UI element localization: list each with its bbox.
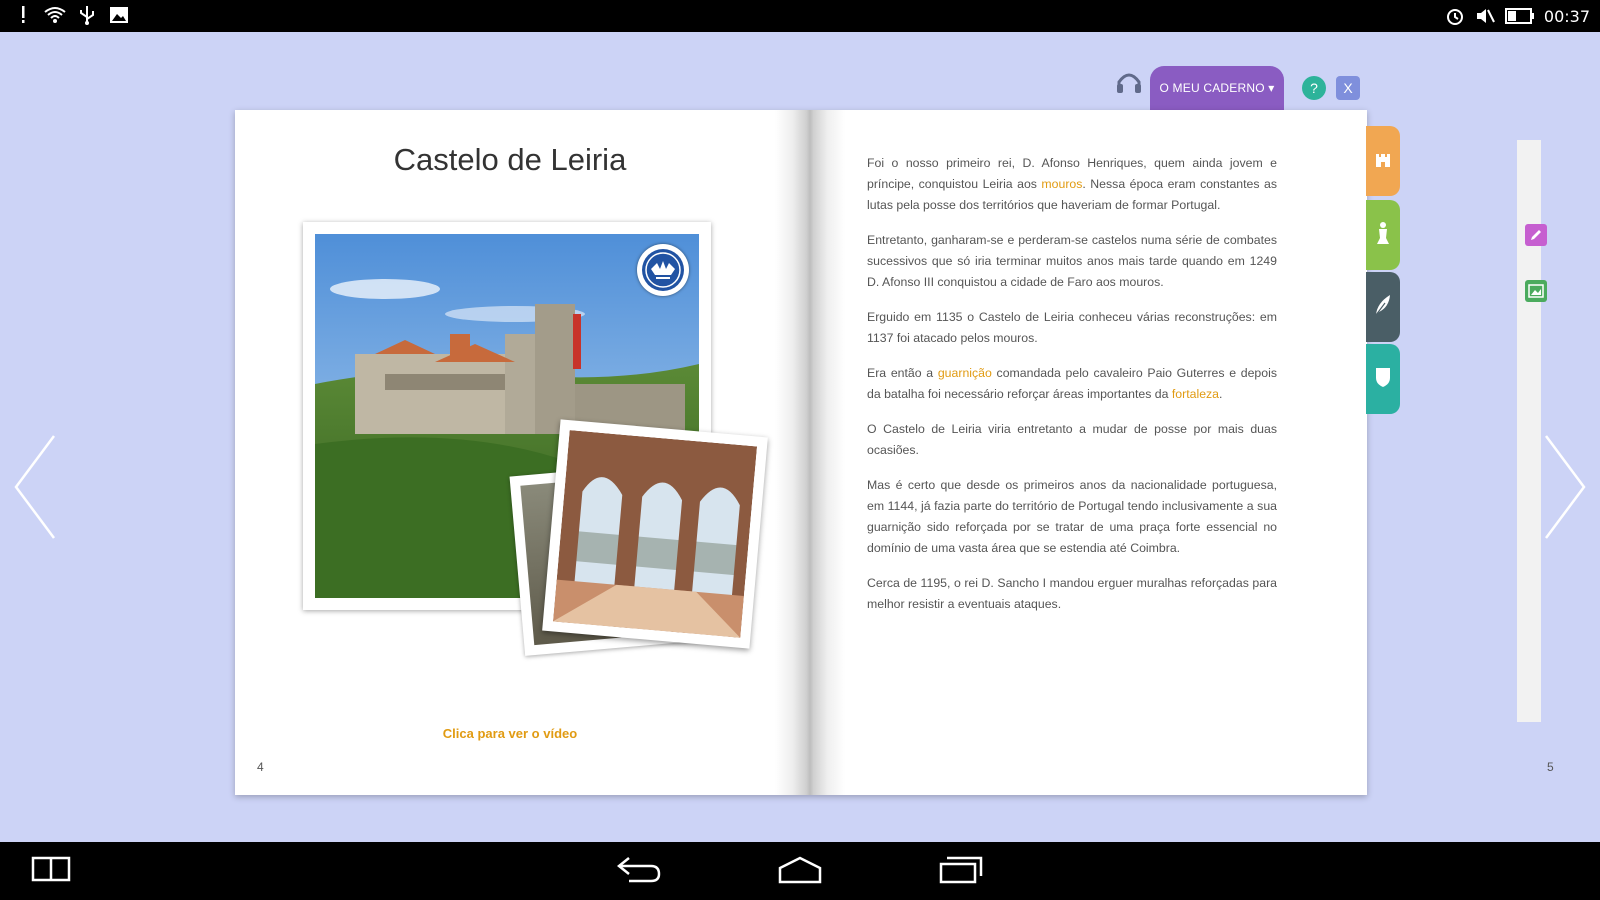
my-notebook-tab[interactable]: O MEU CADERNO ▾ (1150, 66, 1284, 110)
status-bar: 00:37 (0, 0, 1600, 32)
android-nav-bar (0, 842, 1600, 900)
left-page: Castelo de Leiria Clica para ver o vídeo… (235, 110, 775, 795)
usb-icon (76, 4, 98, 26)
battery-icon (1504, 5, 1536, 27)
glossary-link-fortaleza[interactable]: fortaleza (1172, 387, 1219, 401)
paragraph: Era então a guarnição comandada pelo cav… (867, 366, 1277, 401)
paragraph: Erguido em 1135 o Castelo de Leiria conh… (867, 310, 1277, 345)
my-notebook-label: O MEU CADERNO ▾ (1159, 81, 1275, 95)
tab-castle[interactable] (1366, 126, 1400, 196)
alarm-icon (1444, 5, 1466, 27)
book: Castelo de Leiria Clica para ver o vídeo… (235, 110, 1554, 795)
status-left-icons (12, 4, 130, 26)
split-screen-button[interactable] (26, 854, 76, 888)
image-icon (108, 4, 130, 26)
back-icon (615, 854, 663, 889)
next-page-arrow[interactable] (1540, 432, 1590, 542)
right-page: Foi o nosso primeiro rei, D. Afonso Henr… (845, 110, 1554, 795)
image-gallery-icon[interactable] (1525, 280, 1547, 302)
book-gutter (775, 110, 845, 795)
recent-apps-button[interactable] (936, 854, 986, 888)
paragraph: Mas é certo que desde os primeiros anos … (867, 478, 1277, 555)
paragraph: O Castelo de Leiria viria entretanto a m… (867, 422, 1277, 457)
wifi-icon (44, 4, 66, 26)
status-right-icons: 00:37 (1444, 5, 1590, 27)
feather-icon (1373, 293, 1393, 322)
arches-photo-image (552, 430, 758, 638)
help-button[interactable]: ? (1302, 76, 1326, 100)
back-button[interactable] (614, 854, 664, 888)
tab-feather[interactable] (1366, 272, 1400, 342)
page-number-left: 4 (257, 760, 264, 774)
tab-king[interactable] (1366, 200, 1400, 270)
status-time: 00:37 (1543, 6, 1590, 26)
note-icon[interactable] (1525, 224, 1547, 246)
glossary-link-mouros[interactable]: mouros (1041, 177, 1082, 191)
split-screen-icon (31, 856, 71, 887)
shield-icon (1374, 366, 1392, 393)
home-button[interactable] (775, 854, 825, 888)
page-text: Foi o nosso primeiro rei, D. Afonso Henr… (867, 153, 1277, 629)
recent-apps-icon (937, 854, 985, 889)
tab-shield[interactable] (1366, 344, 1400, 414)
headphones-icon[interactable] (1114, 68, 1144, 98)
mute-icon (1474, 5, 1496, 27)
ebook-reader: O MEU CADERNO ▾ ? X Castelo de Leiria Cl… (0, 32, 1600, 842)
arches-photo[interactable] (542, 419, 768, 649)
notification-icon (12, 4, 34, 26)
glossary-link-guarnicao[interactable]: guarnição (938, 366, 992, 380)
video-link[interactable]: Clica para ver o vídeo (235, 726, 785, 741)
close-button[interactable]: X (1336, 76, 1360, 100)
previous-page-arrow[interactable] (10, 432, 60, 542)
castle-icon (1374, 150, 1392, 173)
paragraph: Entretanto, ganharam-se e perderam-se ca… (867, 233, 1277, 289)
page-title: Castelo de Leiria (393, 142, 627, 177)
page-number-right: 5 (1547, 760, 1554, 774)
home-icon (776, 854, 824, 889)
paragraph: Cerca de 1195, o rei D. Sancho I mandou … (867, 576, 1277, 611)
castle-seal-icon (637, 244, 689, 296)
paragraph: Foi o nosso primeiro rei, D. Afonso Henr… (867, 156, 1277, 212)
king-icon (1374, 220, 1392, 251)
